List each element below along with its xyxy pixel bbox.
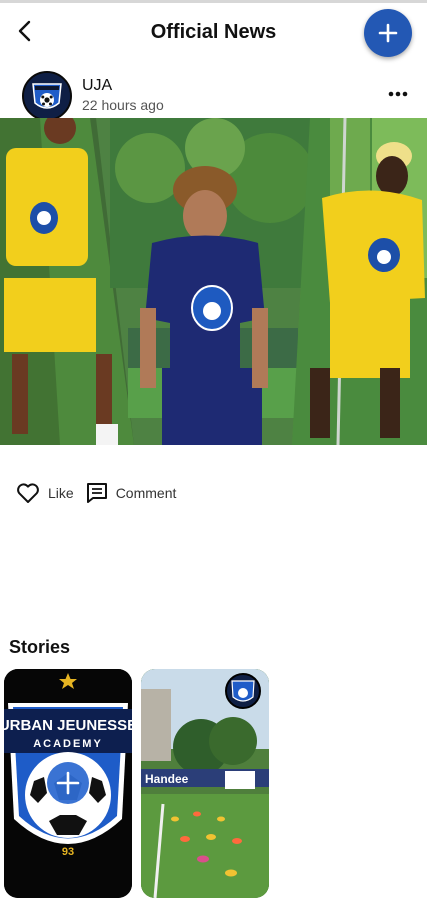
comment-label: Comment <box>115 485 177 501</box>
banner-text: Handee <box>145 772 189 786</box>
comment-icon <box>86 483 107 503</box>
post-header: UJA 22 hours ago <box>0 66 427 121</box>
post-timestamp: 22 hours ago <box>82 97 164 113</box>
logo-line-1: URBAN JEUNESSE <box>4 717 132 734</box>
author-avatar[interactable] <box>22 71 72 121</box>
comment-button[interactable]: Comment <box>86 482 177 504</box>
stories-heading: Stories <box>9 637 71 657</box>
club-logo-icon: URBAN JEUNESSE ACADEMY 93 <box>4 669 132 898</box>
players-photo-collage <box>0 118 427 445</box>
logo-number: 93 <box>62 846 74 858</box>
heart-icon <box>17 483 39 503</box>
more-horizontal-icon <box>388 91 408 97</box>
post-actions: Like Comment <box>16 479 188 507</box>
add-story-card[interactable]: URBAN JEUNESSE ACADEMY 93 <box>4 669 132 898</box>
post-options-button[interactable] <box>384 86 412 102</box>
plus-icon <box>378 23 398 43</box>
app-header: Official News <box>0 3 427 59</box>
post-author[interactable]: UJA <box>82 77 112 95</box>
like-button[interactable]: Like <box>16 482 74 504</box>
page-title: Official News <box>150 21 277 43</box>
club-badge-icon <box>24 73 70 119</box>
training-field-photo: Handee <box>141 669 269 898</box>
like-label: Like <box>48 485 74 501</box>
logo-line-2: ACADEMY <box>33 738 103 750</box>
post-image[interactable] <box>0 118 427 445</box>
add-post-button[interactable] <box>364 9 412 57</box>
story-card[interactable]: Handee <box>141 669 269 898</box>
